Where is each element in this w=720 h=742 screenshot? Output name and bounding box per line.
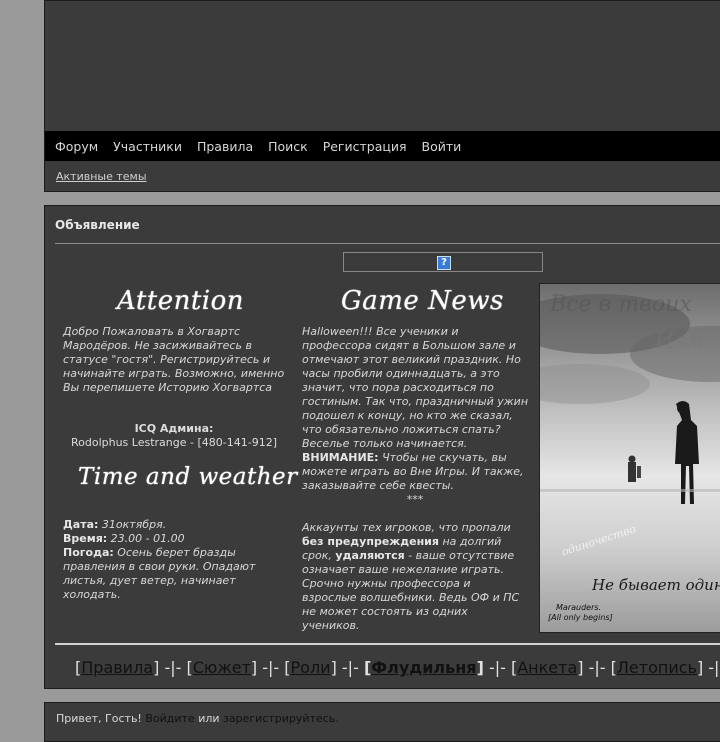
announcement-title: Объявление [55, 218, 140, 232]
login-link[interactable]: Войдите [145, 712, 194, 725]
link-separator: -|- [588, 658, 606, 677]
news-separator: *** [406, 493, 424, 506]
link-chronicle[interactable]: Летопись [617, 658, 697, 677]
link-plot[interactable]: Сюжет [193, 658, 251, 677]
game-news-heading: Game News [341, 286, 504, 316]
link-separator: -|- [164, 658, 182, 677]
link-separator: -|- [488, 658, 506, 677]
nav-register[interactable]: Регистрация [323, 139, 407, 154]
photo-caption-line1: Marauders. [556, 603, 602, 612]
date-value: 31октября. [101, 518, 167, 531]
time-weather-heading: Time and weather [78, 464, 298, 490]
date-label: Дата: [63, 518, 99, 531]
link-separator: -|- [262, 658, 280, 677]
photo-script-bottom: Не бывает один [592, 576, 720, 594]
attention-heading: Attention [117, 286, 245, 316]
broken-image-placeholder: ? [343, 252, 543, 272]
link-separator: -|- [708, 658, 720, 677]
link-roles[interactable]: Роли [291, 658, 331, 677]
header-banner [45, 1, 720, 131]
photo-script-top: Все в твоих [550, 292, 692, 317]
or-text: или [198, 712, 220, 725]
photo-script-right: Изм [655, 329, 705, 354]
banner-photo: Все в твоих Изм одиночество Не бывает од… [539, 283, 720, 633]
warning-label: ВНИМАНИЕ: [302, 451, 379, 464]
nav-login[interactable]: Войти [422, 139, 462, 154]
weather-label: Погода: [63, 546, 114, 559]
divider [55, 243, 720, 244]
broken-image-icon: ? [437, 256, 451, 270]
register-link[interactable]: зарегистрируйтесь. [223, 712, 339, 725]
link-application[interactable]: Анкета [517, 658, 577, 677]
welcome-bar: Привет, Гость! Войдите или зарегистрируй… [44, 702, 720, 742]
link-rules[interactable]: Правила [81, 658, 153, 677]
time-weather-info: Дата: 31октября. Время: 23.00 - 01.00 По… [63, 518, 283, 602]
nav-search[interactable]: Поиск [268, 139, 308, 154]
link-separator: -|- [341, 658, 359, 677]
greeting-text: Привет, Гость! [56, 712, 142, 725]
icq-value: Rodolphus Lestrange - [480-141-912] [70, 436, 277, 449]
nav-forum[interactable]: Форум [55, 139, 98, 154]
icq-label: ICQ Админа: [134, 422, 214, 435]
forum-header: Форум Участники Правила Поиск Регистраци… [44, 0, 720, 192]
accounts-text-d: удаляются [335, 549, 405, 562]
quick-links: [Правила] -|- [Сюжет] -|- [Роли] -|- [Фл… [75, 658, 720, 677]
time-value: 23.00 - 01.00 [110, 532, 185, 545]
guest-greeting: Привет, Гость! Войдите или зарегистрируй… [56, 712, 339, 725]
time-label: Время: [63, 532, 108, 545]
main-navigation: Форум Участники Правила Поиск Регистраци… [45, 131, 720, 161]
active-topics-link[interactable]: Активные темы [56, 170, 147, 183]
news-paragraph: Halloween!!! Все ученики и профессора си… [302, 325, 529, 450]
photo-caption-line2: [All only begins] [548, 613, 613, 622]
nav-members[interactable]: Участники [113, 139, 182, 154]
game-news-text: Halloween!!! Все ученики и профессора си… [302, 325, 528, 633]
announcement-panel: Объявление ? Attention Добро Пожаловать … [44, 205, 720, 689]
link-flood[interactable]: Флудильня [371, 658, 476, 677]
accounts-text-a: Аккаунты тех игроков, что пропали [302, 521, 511, 534]
attention-text: Добро Пожаловать в Хогвартс Мародёров. Н… [63, 325, 285, 394]
accounts-text-b: без предупреждения [302, 535, 439, 548]
photo-caption: Marauders. [All only begins] [548, 603, 613, 623]
nav-rules[interactable]: Правила [197, 139, 253, 154]
divider [55, 643, 720, 645]
